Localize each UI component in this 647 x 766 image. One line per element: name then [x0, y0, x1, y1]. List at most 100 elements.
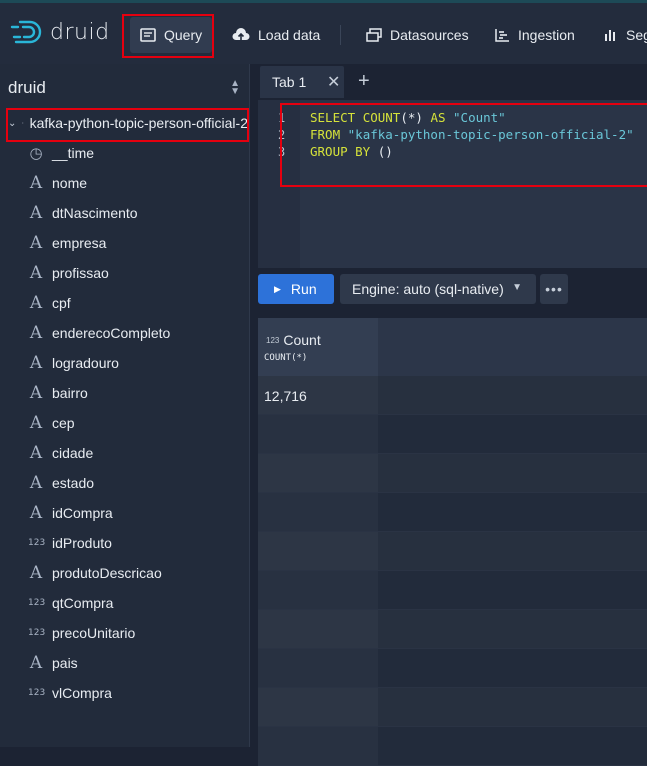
top-navbar: druid Query Load data Datasources Ingest…	[0, 0, 647, 64]
column-item-vlcompra[interactable]: 123 vlCompra	[28, 682, 112, 704]
sql-function: COUNT	[362, 110, 401, 125]
column-name: produtoDescricao	[52, 565, 162, 581]
column-name: profissao	[52, 265, 109, 281]
query-tabbar: Tab 1 ✕ +	[250, 64, 647, 100]
table-cell	[258, 649, 378, 687]
results-header: 123 Count COUNT(*)	[258, 318, 647, 376]
table-row	[258, 493, 647, 532]
nav-load-data[interactable]: Load data	[222, 17, 330, 53]
table-cell: 12,716	[258, 376, 378, 414]
column-name: nome	[52, 175, 88, 191]
table-row	[258, 415, 647, 454]
table-row[interactable]: 12,716	[258, 376, 647, 415]
column-name: qtCompra	[52, 595, 114, 611]
column-item-pais[interactable]: Apais	[28, 652, 78, 674]
database-selector[interactable]: druid ▲ ▼	[8, 76, 240, 100]
table-icon	[22, 122, 24, 124]
sql-alias: "Count"	[453, 110, 506, 125]
table-cell	[258, 493, 378, 531]
column-name: cep	[52, 415, 75, 431]
column-item-empresa[interactable]: Aempresa	[28, 232, 107, 254]
column-item-idproduto[interactable]: 123 idProduto	[28, 532, 112, 554]
string-type-icon: A	[29, 353, 43, 373]
close-icon[interactable]: ✕	[327, 72, 340, 92]
column-item-cidade[interactable]: Acidade	[28, 442, 93, 464]
column-item-cpf[interactable]: Acpf	[28, 292, 71, 314]
column-name: idProduto	[52, 535, 112, 551]
table-cell	[258, 454, 378, 492]
table-cell	[258, 571, 378, 609]
column-name: precoUnitario	[52, 625, 136, 641]
table-cell	[258, 727, 378, 765]
line-number: 1	[278, 111, 286, 125]
column-item-idcompra[interactable]: AidCompra	[28, 502, 113, 524]
column-item-estado[interactable]: Aestado	[28, 472, 94, 494]
string-type-icon: A	[29, 653, 43, 673]
column-item-nome[interactable]: Anome	[28, 172, 87, 194]
run-toolbar: ▶ Run Engine: auto (sql-native) ▼ •••	[258, 270, 647, 310]
string-type-icon: A	[29, 473, 43, 493]
column-item-produtodescricao[interactable]: AprodutoDescricao	[28, 562, 162, 584]
sql-group-args: ()	[377, 144, 393, 159]
play-icon: ▶	[274, 283, 281, 294]
engine-label: Engine: auto (sql-native)	[352, 281, 504, 297]
column-name: cidade	[52, 445, 94, 461]
string-type-icon: A	[29, 323, 43, 343]
engine-select[interactable]: Engine: auto (sql-native) ▼	[340, 274, 536, 304]
column-name: bairro	[52, 385, 88, 401]
number-type-icon: 123	[266, 335, 280, 345]
table-row	[258, 649, 647, 688]
column-item-bairro[interactable]: Abairro	[28, 382, 88, 404]
string-type-icon: A	[29, 503, 43, 523]
nav-ingestion[interactable]: Ingestion	[484, 17, 585, 53]
nav-segments[interactable]: Seg	[594, 17, 647, 53]
druid-logo-icon	[10, 20, 42, 44]
column-item-cep[interactable]: Acep	[28, 412, 75, 434]
column-name: vlCompra	[52, 685, 112, 701]
table-cell	[258, 532, 378, 570]
column-item-qtcompra[interactable]: 123 qtCompra	[28, 592, 113, 614]
nav-query-label: Query	[164, 27, 203, 43]
druid-logo[interactable]: druid	[10, 19, 110, 45]
number-type-icon: 123	[28, 538, 46, 548]
column-header-count[interactable]: 123 Count COUNT(*)	[258, 318, 378, 376]
string-type-icon: A	[29, 293, 43, 313]
column-item-dtnascimento[interactable]: AdtNascimento	[28, 202, 138, 224]
string-type-icon: A	[29, 413, 43, 433]
column-name: pais	[52, 655, 78, 671]
column-item-profissao[interactable]: Aprofissao	[28, 262, 109, 284]
string-type-icon: A	[29, 263, 43, 283]
database-name: druid	[8, 78, 46, 97]
datasources-icon	[366, 28, 382, 42]
column-item-logradouro[interactable]: Alogradouro	[28, 352, 119, 374]
more-options-button[interactable]: •••	[540, 274, 568, 304]
sql-editor[interactable]: 1 2 3 SELECT COUNT(*) AS "Count" FROM "k…	[258, 100, 647, 268]
table-item[interactable]: ⌄ kafka-python-topic-person-official-2	[8, 110, 248, 136]
column-name: dtNascimento	[52, 205, 138, 221]
run-button[interactable]: ▶ Run	[258, 274, 334, 304]
code-line-2: FROM "kafka-python-topic-person-official…	[310, 127, 634, 142]
add-tab-icon[interactable]: +	[358, 70, 370, 93]
sql-keyword: GROUP BY	[310, 144, 371, 159]
column-name: Count	[283, 332, 321, 348]
column-item-precounitario[interactable]: 123 precoUnitario	[28, 622, 135, 644]
query-icon	[140, 28, 156, 42]
nav-query[interactable]: Query	[130, 17, 213, 53]
column-name: enderecoCompleto	[52, 325, 171, 341]
line-number: 2	[278, 128, 286, 142]
cloud-upload-icon	[232, 28, 250, 40]
count-value: 12,716	[264, 388, 307, 404]
sql-keyword: AS	[430, 110, 446, 125]
string-type-icon: A	[29, 173, 43, 193]
column-name: estado	[52, 475, 95, 491]
column-item-time[interactable]: ◷ __time	[28, 142, 94, 164]
table-row	[258, 532, 647, 571]
nav-datasources[interactable]: Datasources	[356, 17, 479, 53]
number-type-icon: 123	[28, 628, 46, 638]
clock-icon: ◷	[29, 144, 43, 162]
sql-args: (*)	[400, 110, 423, 125]
table-row	[258, 610, 647, 649]
logo-text: druid	[50, 19, 110, 45]
column-item-enderecocompleto[interactable]: AenderecoCompleto	[28, 322, 170, 344]
nav-datasources-label: Datasources	[390, 27, 469, 43]
